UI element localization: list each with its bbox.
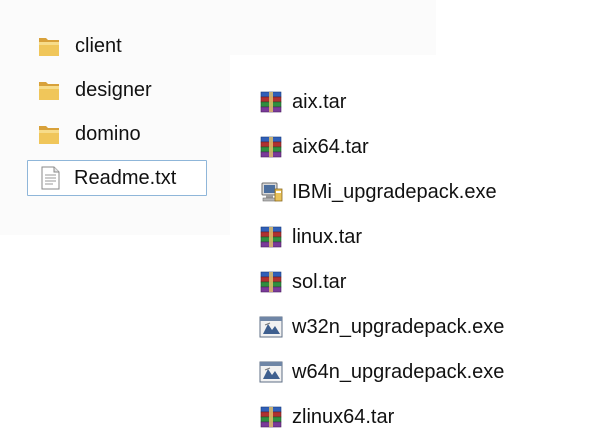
winrar-archive-icon (257, 268, 285, 296)
item-label: w32n_upgradepack.exe (292, 316, 505, 338)
winrar-archive-icon (257, 133, 285, 161)
installer-icon (257, 178, 285, 206)
folder-icon (35, 32, 63, 60)
item-label: IBMi_upgradepack.exe (292, 181, 497, 203)
winrar-archive-icon (257, 223, 285, 251)
text-file-icon (36, 164, 64, 192)
winrar-archive-icon (257, 88, 285, 116)
list-item-ibmi-upgradepack-exe[interactable]: IBMi_upgradepack.exe (257, 174, 497, 210)
folder-icon (35, 120, 63, 148)
list-item-readme[interactable]: Readme.txt (27, 160, 207, 196)
item-label: client (75, 35, 122, 57)
winrar-archive-icon (257, 403, 285, 431)
item-label: designer (75, 79, 152, 101)
list-item-sol-tar[interactable]: sol.tar (257, 264, 346, 300)
item-label: w64n_upgradepack.exe (292, 361, 505, 383)
list-item-designer[interactable]: designer (35, 72, 152, 108)
list-item-w64n-upgradepack-exe[interactable]: w64n_upgradepack.exe (257, 354, 504, 390)
list-item-aix-tar[interactable]: aix.tar (257, 84, 346, 120)
item-label: aix64.tar (292, 136, 369, 158)
setup-exe-icon (257, 313, 285, 341)
item-label: linux.tar (292, 226, 363, 248)
item-label: Readme.txt (74, 167, 177, 189)
list-item-w32n-upgradepack-exe[interactable]: w32n_upgradepack.exe (257, 309, 504, 345)
item-label: zlinux64.tar (292, 406, 395, 428)
item-label: aix.tar (292, 91, 347, 113)
list-item-zlinux64-tar[interactable]: zlinux64.tar (257, 399, 394, 435)
item-label: sol.tar (292, 271, 347, 293)
folder-icon (35, 76, 63, 104)
list-item-domino[interactable]: domino (35, 116, 141, 152)
list-item-client[interactable]: client (35, 28, 122, 64)
setup-exe-icon (257, 358, 285, 386)
item-label: domino (75, 123, 141, 145)
list-item-linux-tar[interactable]: linux.tar (257, 219, 362, 255)
list-item-aix64-tar[interactable]: aix64.tar (257, 129, 369, 165)
